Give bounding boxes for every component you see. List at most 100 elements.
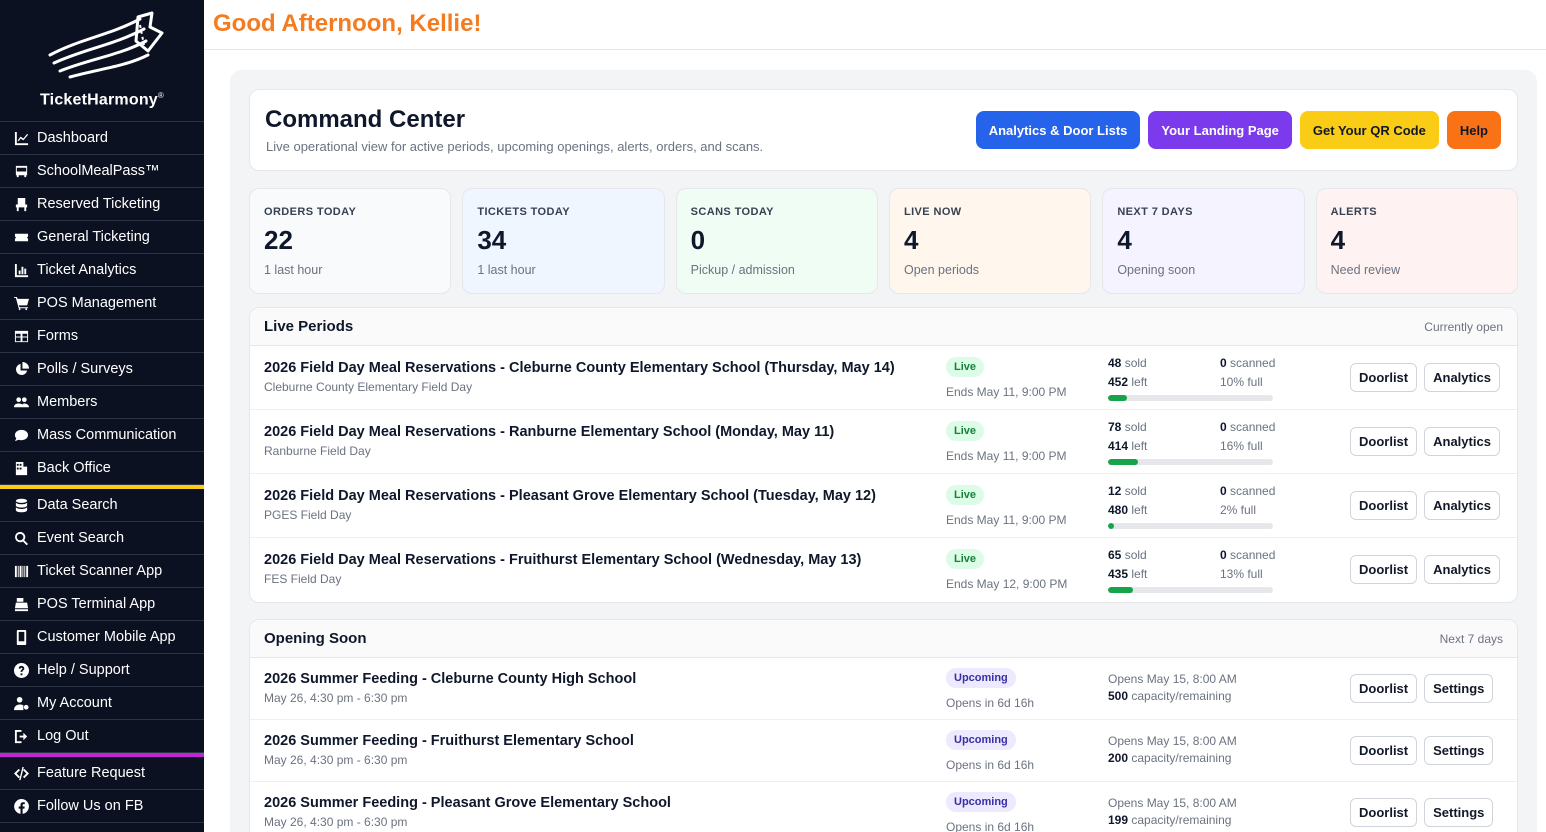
live-period-row: 2026 Field Day Meal Reservations - Ranbu… [250,410,1517,474]
doorlist-button[interactable]: Doorlist [1350,491,1418,520]
doorlist-button[interactable]: Doorlist [1350,674,1418,703]
sidebar-item-help-support[interactable]: Help / Support [0,654,204,687]
nav-group-extra: Feature Request Follow Us on FB [0,757,204,823]
doorlist-button[interactable]: Doorlist [1350,427,1418,456]
help-icon [12,661,30,679]
left-metric: 435 left [1108,567,1148,581]
period-title[interactable]: 2026 Summer Feeding - Pleasant Grove Ele… [264,795,671,811]
settings-button[interactable]: Settings [1424,798,1494,827]
period-title[interactable]: 2026 Field Day Meal Reservations - Ranbu… [264,424,834,440]
period-subtitle: PGES Field Day [264,508,352,522]
stat-card-orders-today[interactable]: ORDERS TODAY 22 1 last hour [249,188,452,294]
sidebar-item-members[interactable]: Members [0,386,204,419]
period-subtitle: FES Field Day [264,572,342,586]
analytics-button[interactable]: Analytics [1424,555,1500,584]
opens-at: Opens May 15, 8:00 AM [1108,672,1237,686]
section-title: Opening Soon [264,630,367,647]
sidebar-item-forms[interactable]: Forms [0,320,204,353]
opens-in: Opens in 6d 16h [946,758,1035,772]
help-button[interactable]: Help [1446,111,1501,149]
sidebar-item-reserved-ticketing[interactable]: Reserved Ticketing [0,188,204,221]
sidebar-item-label: SchoolMealPass™ [37,163,160,179]
qr-code-button[interactable]: Get Your QR Code [1299,111,1439,149]
stat-value: 34 [477,225,507,255]
sidebar-item-dashboard[interactable]: Dashboard [0,122,204,155]
stat-label: SCANS TODAY [690,206,774,218]
period-title[interactable]: 2026 Summer Feeding - Fruithurst Element… [264,733,634,749]
stat-sub: Need review [1330,263,1401,277]
database-icon [12,496,30,514]
sidebar-item-label: Back Office [37,460,111,476]
full-metric: 10% full [1220,375,1263,389]
stat-value: 4 [903,225,919,255]
command-center-actions: Analytics & Door Lists Your Landing Page… [975,111,1501,149]
opens-at: Opens May 15, 8:00 AM [1108,796,1237,810]
logout-icon [12,727,30,745]
sidebar-item-customer-mobile-app[interactable]: Customer Mobile App [0,621,204,654]
cart-icon [12,294,30,312]
analytics-door-lists-button[interactable]: Analytics & Door Lists [975,111,1141,149]
period-subtitle: May 26, 4:30 pm - 6:30 pm [264,753,408,767]
landing-page-button[interactable]: Your Landing Page [1148,111,1292,149]
sold-metric: 78 sold [1108,420,1147,434]
capacity-bar-fill [1108,587,1133,593]
sidebar-item-schoolmealpass[interactable]: SchoolMealPass™ [0,155,204,188]
doorlist-button[interactable]: Doorlist [1350,798,1418,827]
sidebar-item-feature-request[interactable]: Feature Request [0,757,204,790]
period-title[interactable]: 2026 Field Day Meal Reservations - Clebu… [264,360,895,376]
stat-card-live-now[interactable]: LIVE NOW 4 Open periods [888,188,1092,294]
sidebar-item-label: Forms [37,328,79,344]
sidebar-item-label: Mass Communication [37,427,177,443]
capacity-bar [1108,459,1273,465]
sidebar-item-ticket-scanner-app[interactable]: Ticket Scanner App [0,555,204,588]
stat-card-alerts[interactable]: ALERTS 4 Need review [1315,188,1518,294]
sidebar-item-pos-terminal-app[interactable]: POS Terminal App [0,588,204,621]
settings-button[interactable]: Settings [1424,736,1494,765]
capacity-bar-fill [1108,395,1127,401]
settings-button[interactable]: Settings [1424,674,1494,703]
sidebar-item-data-search[interactable]: Data Search [0,489,204,522]
period-subtitle: Cleburne County Elementary Field Day [264,380,473,394]
period-title[interactable]: 2026 Summer Feeding - Cleburne County Hi… [264,671,636,687]
capacity-metric: 199 capacity/remaining [1108,813,1232,827]
cash-register-icon [12,595,30,613]
stat-label: ORDERS TODAY [264,206,357,218]
barcode-icon [12,562,30,580]
sidebar-item-follow-fb[interactable]: Follow Us on FB [0,790,204,823]
bar-chart-icon [12,261,30,279]
sidebar-item-pos-management[interactable]: POS Management [0,287,204,320]
stat-card-next-7-days[interactable]: NEXT 7 DAYS 4 Opening soon [1102,188,1305,294]
section-note: Next 7 days [1439,632,1503,646]
stat-label: TICKETS TODAY [477,206,570,218]
sidebar-item-mass-communication[interactable]: Mass Communication [0,419,204,452]
row-actions: Doorlist Analytics [1350,427,1500,456]
brand[interactable]: TicketHarmony® [0,0,204,122]
doorlist-button[interactable]: Doorlist [1350,555,1418,584]
analytics-button[interactable]: Analytics [1424,491,1500,520]
sidebar-item-polls-surveys[interactable]: Polls / Surveys [0,353,204,386]
sidebar-item-label: Ticket Scanner App [37,563,163,579]
period-ends: Ends May 12, 9:00 PM [946,577,1068,591]
sidebar-item-log-out[interactable]: Log Out [0,720,204,753]
stat-card-tickets-today[interactable]: TICKETS TODAY 34 1 last hour [462,188,665,294]
greeting: Good Afternoon, Kellie! [213,10,482,37]
period-title[interactable]: 2026 Field Day Meal Reservations - Fruit… [264,552,861,568]
section-title: Live Periods [264,318,354,335]
building-icon [12,459,30,477]
sidebar-item-back-office[interactable]: Back Office [0,452,204,485]
sidebar-item-ticket-analytics[interactable]: Ticket Analytics [0,254,204,287]
sidebar: TicketHarmony® Dashboard SchoolMealPass™… [0,0,204,832]
period-title[interactable]: 2026 Field Day Meal Reservations - Pleas… [264,488,876,504]
analytics-button[interactable]: Analytics [1424,363,1500,392]
sidebar-item-my-account[interactable]: My Account [0,687,204,720]
sidebar-item-label: Dashboard [37,130,108,146]
sidebar-item-general-ticketing[interactable]: General Ticketing [0,221,204,254]
sidebar-item-event-search[interactable]: Event Search [0,522,204,555]
sold-metric: 48 sold [1108,356,1147,370]
doorlist-button[interactable]: Doorlist [1350,363,1418,392]
nav-group-tools: Data Search Event Search Ticket Scanner … [0,489,204,753]
doorlist-button[interactable]: Doorlist [1350,736,1418,765]
analytics-button[interactable]: Analytics [1424,427,1500,456]
stat-card-scans-today[interactable]: SCANS TODAY 0 Pickup / admission [675,188,878,294]
left-metric: 414 left [1108,439,1148,453]
